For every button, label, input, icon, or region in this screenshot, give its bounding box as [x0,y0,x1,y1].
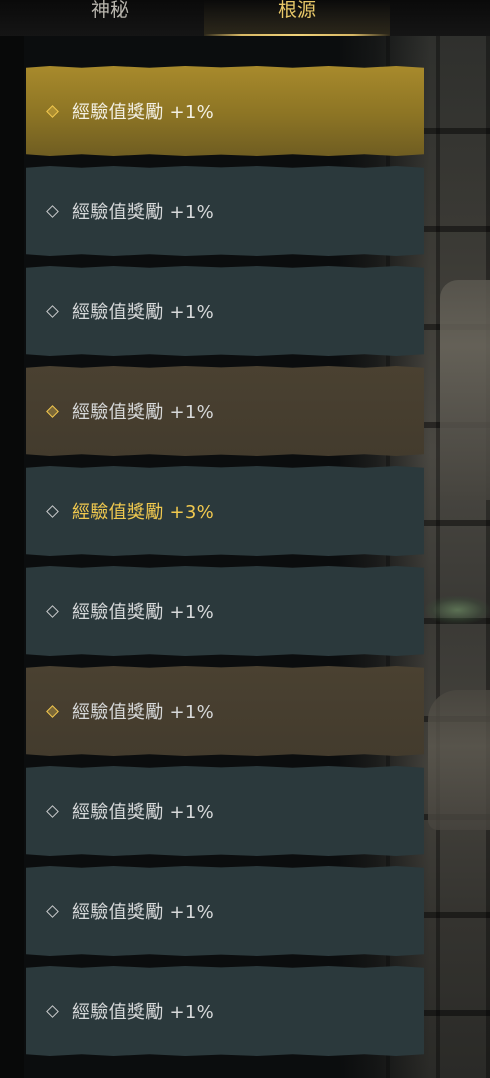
reward-row[interactable]: 經驗值獎勵 +1% [26,366,424,456]
reward-row[interactable]: 經驗值獎勵 +3% [26,466,424,556]
tab-mystic[interactable]: 神秘 [40,0,180,36]
reward-row[interactable]: 經驗值獎勵 +1% [26,166,424,256]
reward-label: 經驗值獎勵 +1% [72,302,215,323]
reward-list: 經驗值獎勵 +1% 經驗值獎勵 +1% 經驗值獎勵 +1% 經驗值獎勵 +1% … [26,66,424,1066]
diamond-icon [46,905,58,917]
reward-label: 經驗值獎勵 +1% [72,202,215,223]
reward-row[interactable]: 經驗值獎勵 +1% [26,666,424,756]
moss-decoration [425,596,490,624]
reward-row[interactable]: 經驗值獎勵 +1% [26,266,424,356]
diamond-icon [46,105,58,117]
diamond-icon [46,705,58,717]
diamond-icon [46,205,58,217]
reward-label: 經驗值獎勵 +3% [72,502,215,523]
diamond-icon [46,605,58,617]
diamond-icon [46,505,58,517]
reward-row[interactable]: 經驗值獎勵 +1% [26,766,424,856]
reward-label: 經驗值獎勵 +1% [72,1002,215,1023]
diamond-icon [46,305,58,317]
tab-origin[interactable]: 根源 [204,0,390,36]
reward-row[interactable]: 經驗值獎勵 +1% [26,866,424,956]
tab-bar: 神秘 根源 [0,0,490,36]
diamond-icon [46,1005,58,1017]
active-tab-indicator [204,34,390,36]
reward-label: 經驗值獎勵 +1% [72,102,215,123]
diamond-icon [46,405,58,417]
reward-label: 經驗值獎勵 +1% [72,802,215,823]
relief-figure [440,280,490,500]
reward-label: 經驗值獎勵 +1% [72,402,215,423]
reward-row[interactable]: 經驗值獎勵 +1% [26,66,424,156]
reward-label: 經驗值獎勵 +1% [72,702,215,723]
left-rail [0,36,24,1078]
relief-beast [428,690,490,830]
reward-row[interactable]: 經驗值獎勵 +1% [26,566,424,656]
reward-label: 經驗值獎勵 +1% [72,902,215,923]
diamond-icon [46,805,58,817]
reward-label: 經驗值獎勵 +1% [72,602,215,623]
reward-row[interactable]: 經驗值獎勵 +1% [26,966,424,1056]
